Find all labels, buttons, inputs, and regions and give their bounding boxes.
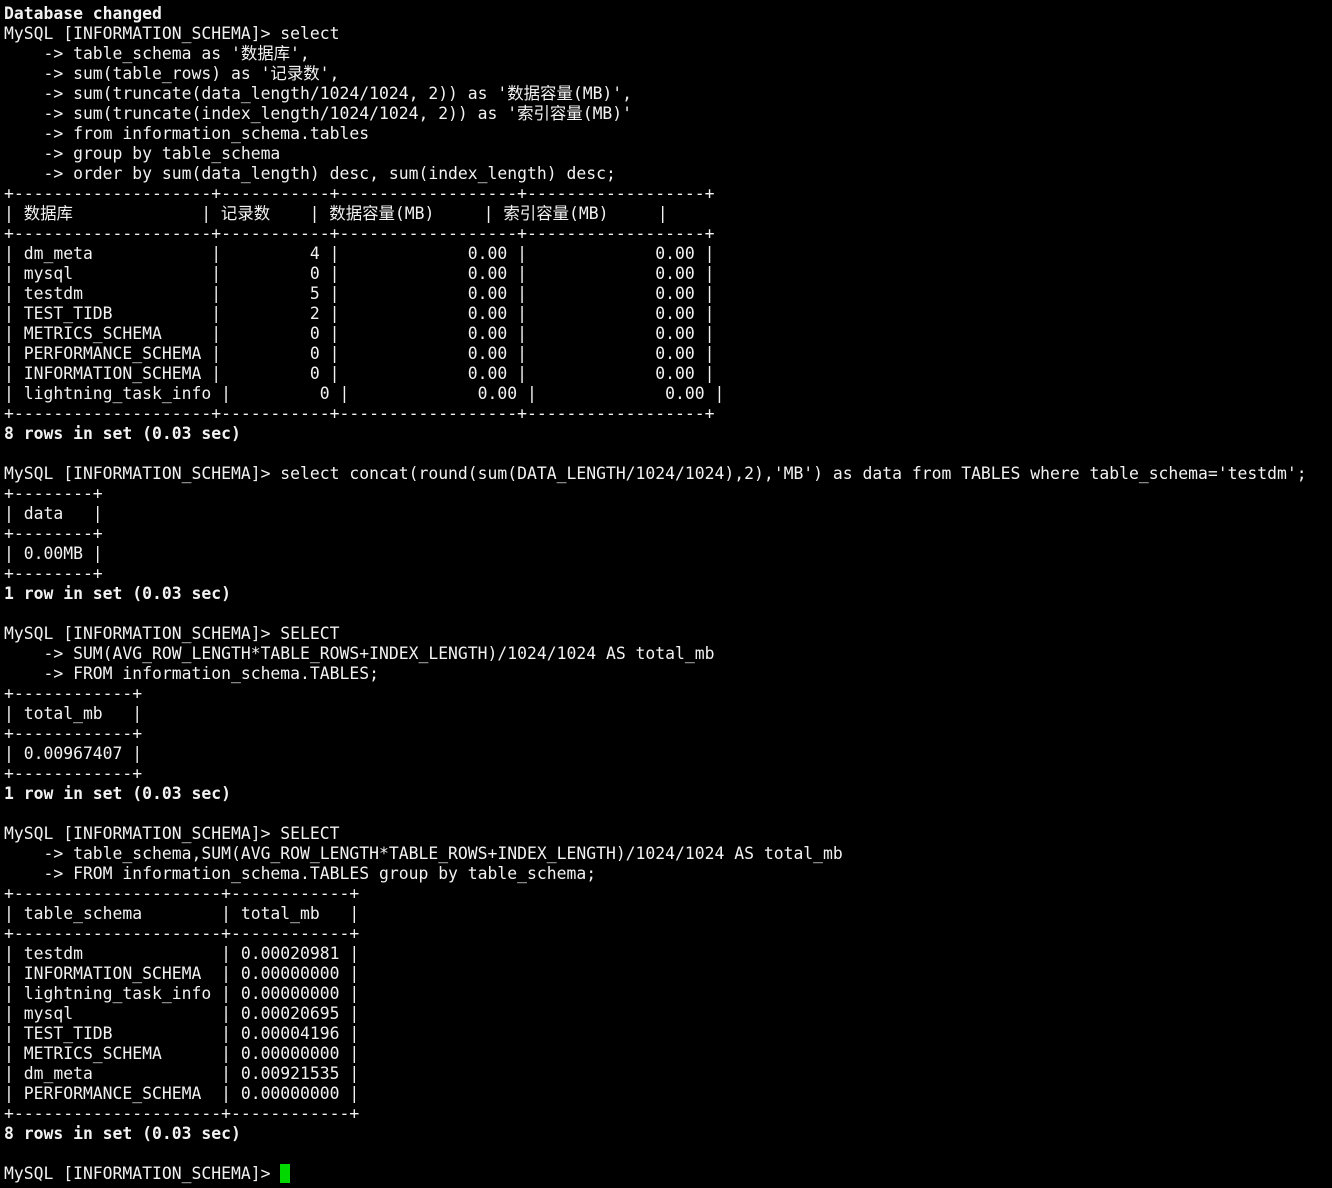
terminal-line: | total_mb | xyxy=(4,704,143,723)
terminal-line: 1 row in set (0.03 sec) xyxy=(4,584,231,603)
terminal-line: | mysql | 0 | 0.00 | 0.00 | xyxy=(4,264,715,283)
terminal-line: | INFORMATION_SCHEMA | 0 | 0.00 | 0.00 | xyxy=(4,364,715,383)
terminal-line: -> SUM(AVG_ROW_LENGTH*TABLE_ROWS+INDEX_L… xyxy=(4,644,715,663)
terminal-line: | 0.00967407 | xyxy=(4,744,143,763)
terminal-line: | PERFORMANCE_SCHEMA | 0.00000000 | xyxy=(4,1084,360,1103)
terminal-line: -> order by sum(data_length) desc, sum(i… xyxy=(4,164,616,183)
terminal-line: | mysql | 0.00020695 | xyxy=(4,1004,360,1023)
terminal-line: +------------+ xyxy=(4,764,143,783)
terminal-line: | data | xyxy=(4,504,103,523)
terminal-line: | 0.00MB | xyxy=(4,544,103,563)
terminal-line: +---------------------+------------+ xyxy=(4,1104,360,1123)
terminal-line: +---------------------+------------+ xyxy=(4,924,360,943)
terminal-line: -> sum(truncate(data_length/1024/1024, 2… xyxy=(4,84,633,103)
terminal-line: Database changed xyxy=(4,4,162,23)
terminal-line: +--------+ xyxy=(4,524,103,543)
terminal-line: -> table_schema,SUM(AVG_ROW_LENGTH*TABLE… xyxy=(4,844,843,863)
terminal-line: +---------------------+------------+ xyxy=(4,884,360,903)
terminal-line: | testdm | 0.00020981 | xyxy=(4,944,360,963)
terminal-line: +--------+ xyxy=(4,564,103,583)
terminal-line: | TEST_TIDB | 0.00004196 | xyxy=(4,1024,360,1043)
terminal-line: | testdm | 5 | 0.00 | 0.00 | xyxy=(4,284,715,303)
terminal-line: +--------+ xyxy=(4,484,103,503)
terminal-line: +--------------------+-----------+------… xyxy=(4,224,715,243)
terminal-line: +--------------------+-----------+------… xyxy=(4,404,715,423)
terminal-line: | TEST_TIDB | 2 | 0.00 | 0.00 | xyxy=(4,304,715,323)
terminal-line: +------------+ xyxy=(4,724,143,743)
terminal-line: | lightning_task_info | 0 | 0.00 | 0.00 … xyxy=(4,384,725,403)
terminal-line: -> sum(truncate(index_length/1024/1024, … xyxy=(4,104,633,123)
terminal-line: | table_schema | total_mb | xyxy=(4,904,360,923)
terminal-line: +------------+ xyxy=(4,684,143,703)
terminal-line: -> FROM information_schema.TABLES group … xyxy=(4,864,597,883)
terminal-line: MySQL [INFORMATION_SCHEMA]> SELECT xyxy=(4,824,340,843)
cursor-block xyxy=(280,1164,291,1183)
terminal-line: | 数据库 | 记录数 | 数据容量(MB) | 索引容量(MB) | xyxy=(4,204,668,223)
terminal-output: Database changed MySQL [INFORMATION_SCHEM… xyxy=(4,4,1332,1164)
terminal-line: 8 rows in set (0.03 sec) xyxy=(4,424,241,443)
terminal-line: -> sum(table_rows) as '记录数', xyxy=(4,64,340,83)
terminal-line: | INFORMATION_SCHEMA | 0.00000000 | xyxy=(4,964,360,983)
terminal-line: | METRICS_SCHEMA | 0.00000000 | xyxy=(4,1044,360,1063)
terminal-line: | dm_meta | 0.00921535 | xyxy=(4,1064,360,1083)
terminal-line: -> group by table_schema xyxy=(4,144,281,163)
prompt-text: MySQL [INFORMATION_SCHEMA]> xyxy=(4,1164,281,1183)
terminal-line: | PERFORMANCE_SCHEMA | 0 | 0.00 | 0.00 | xyxy=(4,344,715,363)
terminal-line: | METRICS_SCHEMA | 0 | 0.00 | 0.00 | xyxy=(4,324,715,343)
terminal-line: 8 rows in set (0.03 sec) xyxy=(4,1124,241,1143)
terminal-line: -> FROM information_schema.TABLES; xyxy=(4,664,379,683)
terminal-line: MySQL [INFORMATION_SCHEMA]> select xyxy=(4,24,340,43)
terminal-line: MySQL [INFORMATION_SCHEMA]> SELECT xyxy=(4,624,340,643)
terminal-line: -> table_schema as '数据库', xyxy=(4,44,310,63)
prompt-line[interactable]: MySQL [INFORMATION_SCHEMA]> xyxy=(4,1164,1332,1184)
terminal-line: 1 row in set (0.03 sec) xyxy=(4,784,231,803)
terminal-line: +--------------------+-----------+------… xyxy=(4,184,715,203)
terminal-line: | dm_meta | 4 | 0.00 | 0.00 | xyxy=(4,244,715,263)
terminal-window[interactable]: Database changed MySQL [INFORMATION_SCHEM… xyxy=(0,0,1332,1188)
terminal-line: MySQL [INFORMATION_SCHEMA]> select conca… xyxy=(4,464,1307,483)
terminal-line: -> from information_schema.tables xyxy=(4,124,370,143)
terminal-line: | lightning_task_info | 0.00000000 | xyxy=(4,984,360,1003)
